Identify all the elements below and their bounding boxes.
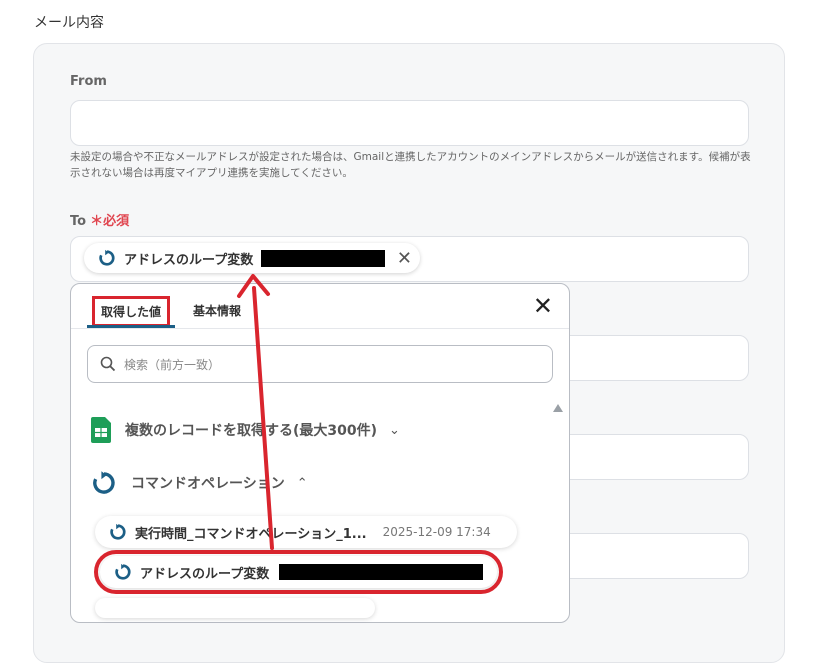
google-sheets-icon	[91, 417, 111, 443]
chevron-up-icon: ⌃	[296, 475, 308, 491]
tab-basic-info[interactable]: 基本情報	[193, 302, 241, 319]
from-help-text: 未設定の場合や不正なメールアドレスが設定された場合は、Gmailと連携したアカウ…	[70, 151, 751, 179]
search-icon	[100, 356, 116, 372]
item-label: アドレスのループ変数	[140, 566, 270, 582]
redacted-value	[279, 564, 484, 580]
tab-acquired-values[interactable]: 取得した値	[92, 296, 171, 327]
from-field[interactable]	[70, 100, 749, 146]
section-title: メール内容	[34, 15, 104, 31]
loop-icon	[93, 471, 115, 494]
chip-label: アドレスのループ変数	[124, 252, 254, 268]
item-label: 実行時間_コマンドオペレーション_1...	[135, 526, 367, 542]
panel-tabs: 取得した値 基本情報 ✕	[71, 284, 569, 329]
group-label: 複数のレコードを取得する(最大300件)	[125, 423, 378, 439]
to-variable-chip[interactable]: アドレスのループ変数 ✕	[84, 243, 420, 273]
group-command-operation[interactable]: コマンドオペレーション ⌃	[91, 470, 308, 496]
search-placeholder: 検索（前方一致）	[124, 357, 221, 372]
to-label-text: To	[70, 214, 87, 229]
remove-chip-icon[interactable]: ✕	[397, 248, 412, 269]
from-label: From	[70, 74, 107, 89]
chevron-down-icon: ⌄	[389, 422, 400, 438]
item-timestamp: 2025-12-09 17:34	[382, 525, 491, 539]
group-label: コマンドオペレーション	[131, 476, 285, 492]
list-item[interactable]	[95, 598, 375, 618]
list-item-execution-time[interactable]: 実行時間_コマンドオペレーション_1... 2025-12-09 17:34	[95, 516, 517, 548]
search-input[interactable]: 検索（前方一致）	[87, 345, 553, 383]
loop-icon	[115, 563, 131, 580]
loop-icon	[110, 523, 126, 540]
close-icon[interactable]: ✕	[533, 294, 553, 318]
active-tab-underline	[87, 325, 175, 328]
scroll-up-icon[interactable]	[553, 404, 563, 412]
to-label: To ＊必須	[70, 210, 129, 229]
loop-icon	[99, 249, 115, 266]
list-item-address-loop-variable[interactable]: アドレスのループ変数	[94, 550, 503, 594]
redacted-value	[261, 249, 386, 267]
group-get-records[interactable]: 複数のレコードを取得する(最大300件) ⌄	[91, 417, 400, 443]
required-badge: ＊必須	[90, 214, 130, 229]
